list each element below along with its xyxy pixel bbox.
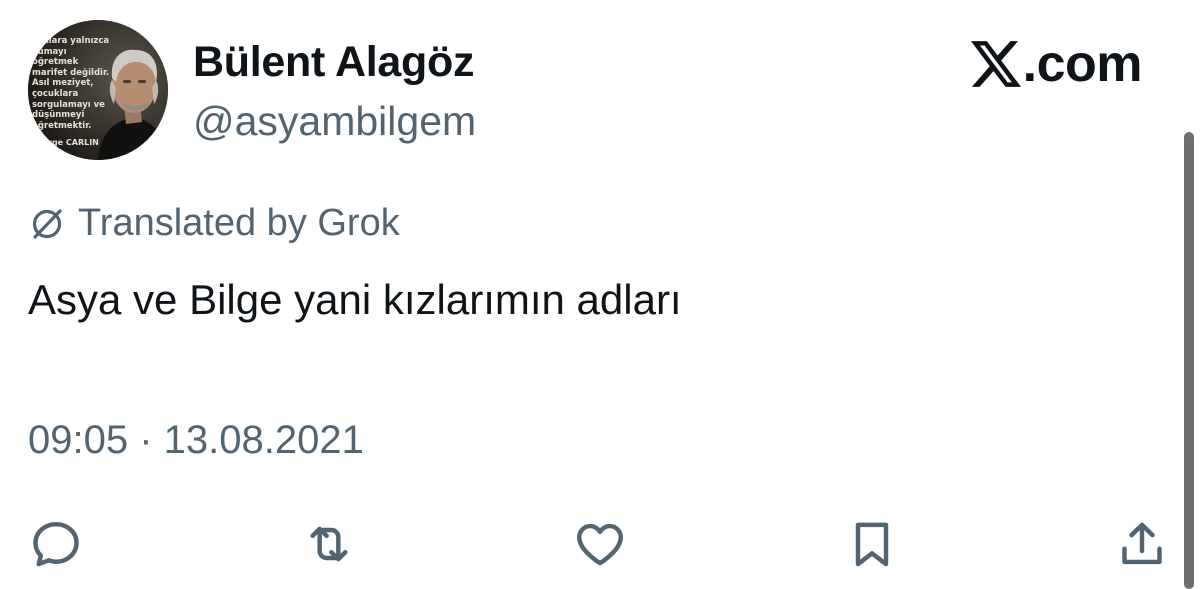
retweet-icon: [310, 526, 348, 562]
tweet-timestamp[interactable]: 09:05 · 13.08.2021: [28, 418, 364, 463]
share-icon: [1122, 522, 1162, 565]
tweet-text: Asya ve Bilge yani kızlarımın adları: [28, 276, 682, 323]
x-com-brand: .com: [970, 34, 1143, 94]
translation-notice[interactable]: Translated by Grok: [28, 202, 400, 245]
reply-button[interactable]: [26, 514, 86, 574]
reply-icon: [33, 521, 79, 567]
author-handle[interactable]: @asyambilgem: [193, 98, 476, 145]
like-button[interactable]: [570, 514, 630, 574]
bookmark-button[interactable]: [842, 514, 902, 574]
brand-text: .com: [1022, 35, 1143, 93]
avatar-quote-author: rge CARLIN: [48, 138, 99, 147]
translation-label: Translated by Grok: [78, 202, 400, 244]
grok-icon: [32, 208, 62, 239]
avatar-quote-text: cuklara yalnızca kumayı öğretmek marifet…: [32, 36, 110, 131]
bookmark-icon: [855, 522, 889, 567]
share-button[interactable]: [1112, 514, 1172, 574]
tweet-card: cuklara yalnızca kumayı öğretmek marifet…: [0, 0, 1200, 589]
scrollbar[interactable]: [1184, 132, 1194, 589]
avatar[interactable]: cuklara yalnızca kumayı öğretmek marifet…: [28, 20, 168, 160]
retweet-button[interactable]: [299, 514, 359, 574]
x-logo-icon: [970, 41, 1021, 87]
author-display-name[interactable]: Bülent Alagöz: [193, 38, 474, 87]
heart-icon: [577, 523, 623, 566]
